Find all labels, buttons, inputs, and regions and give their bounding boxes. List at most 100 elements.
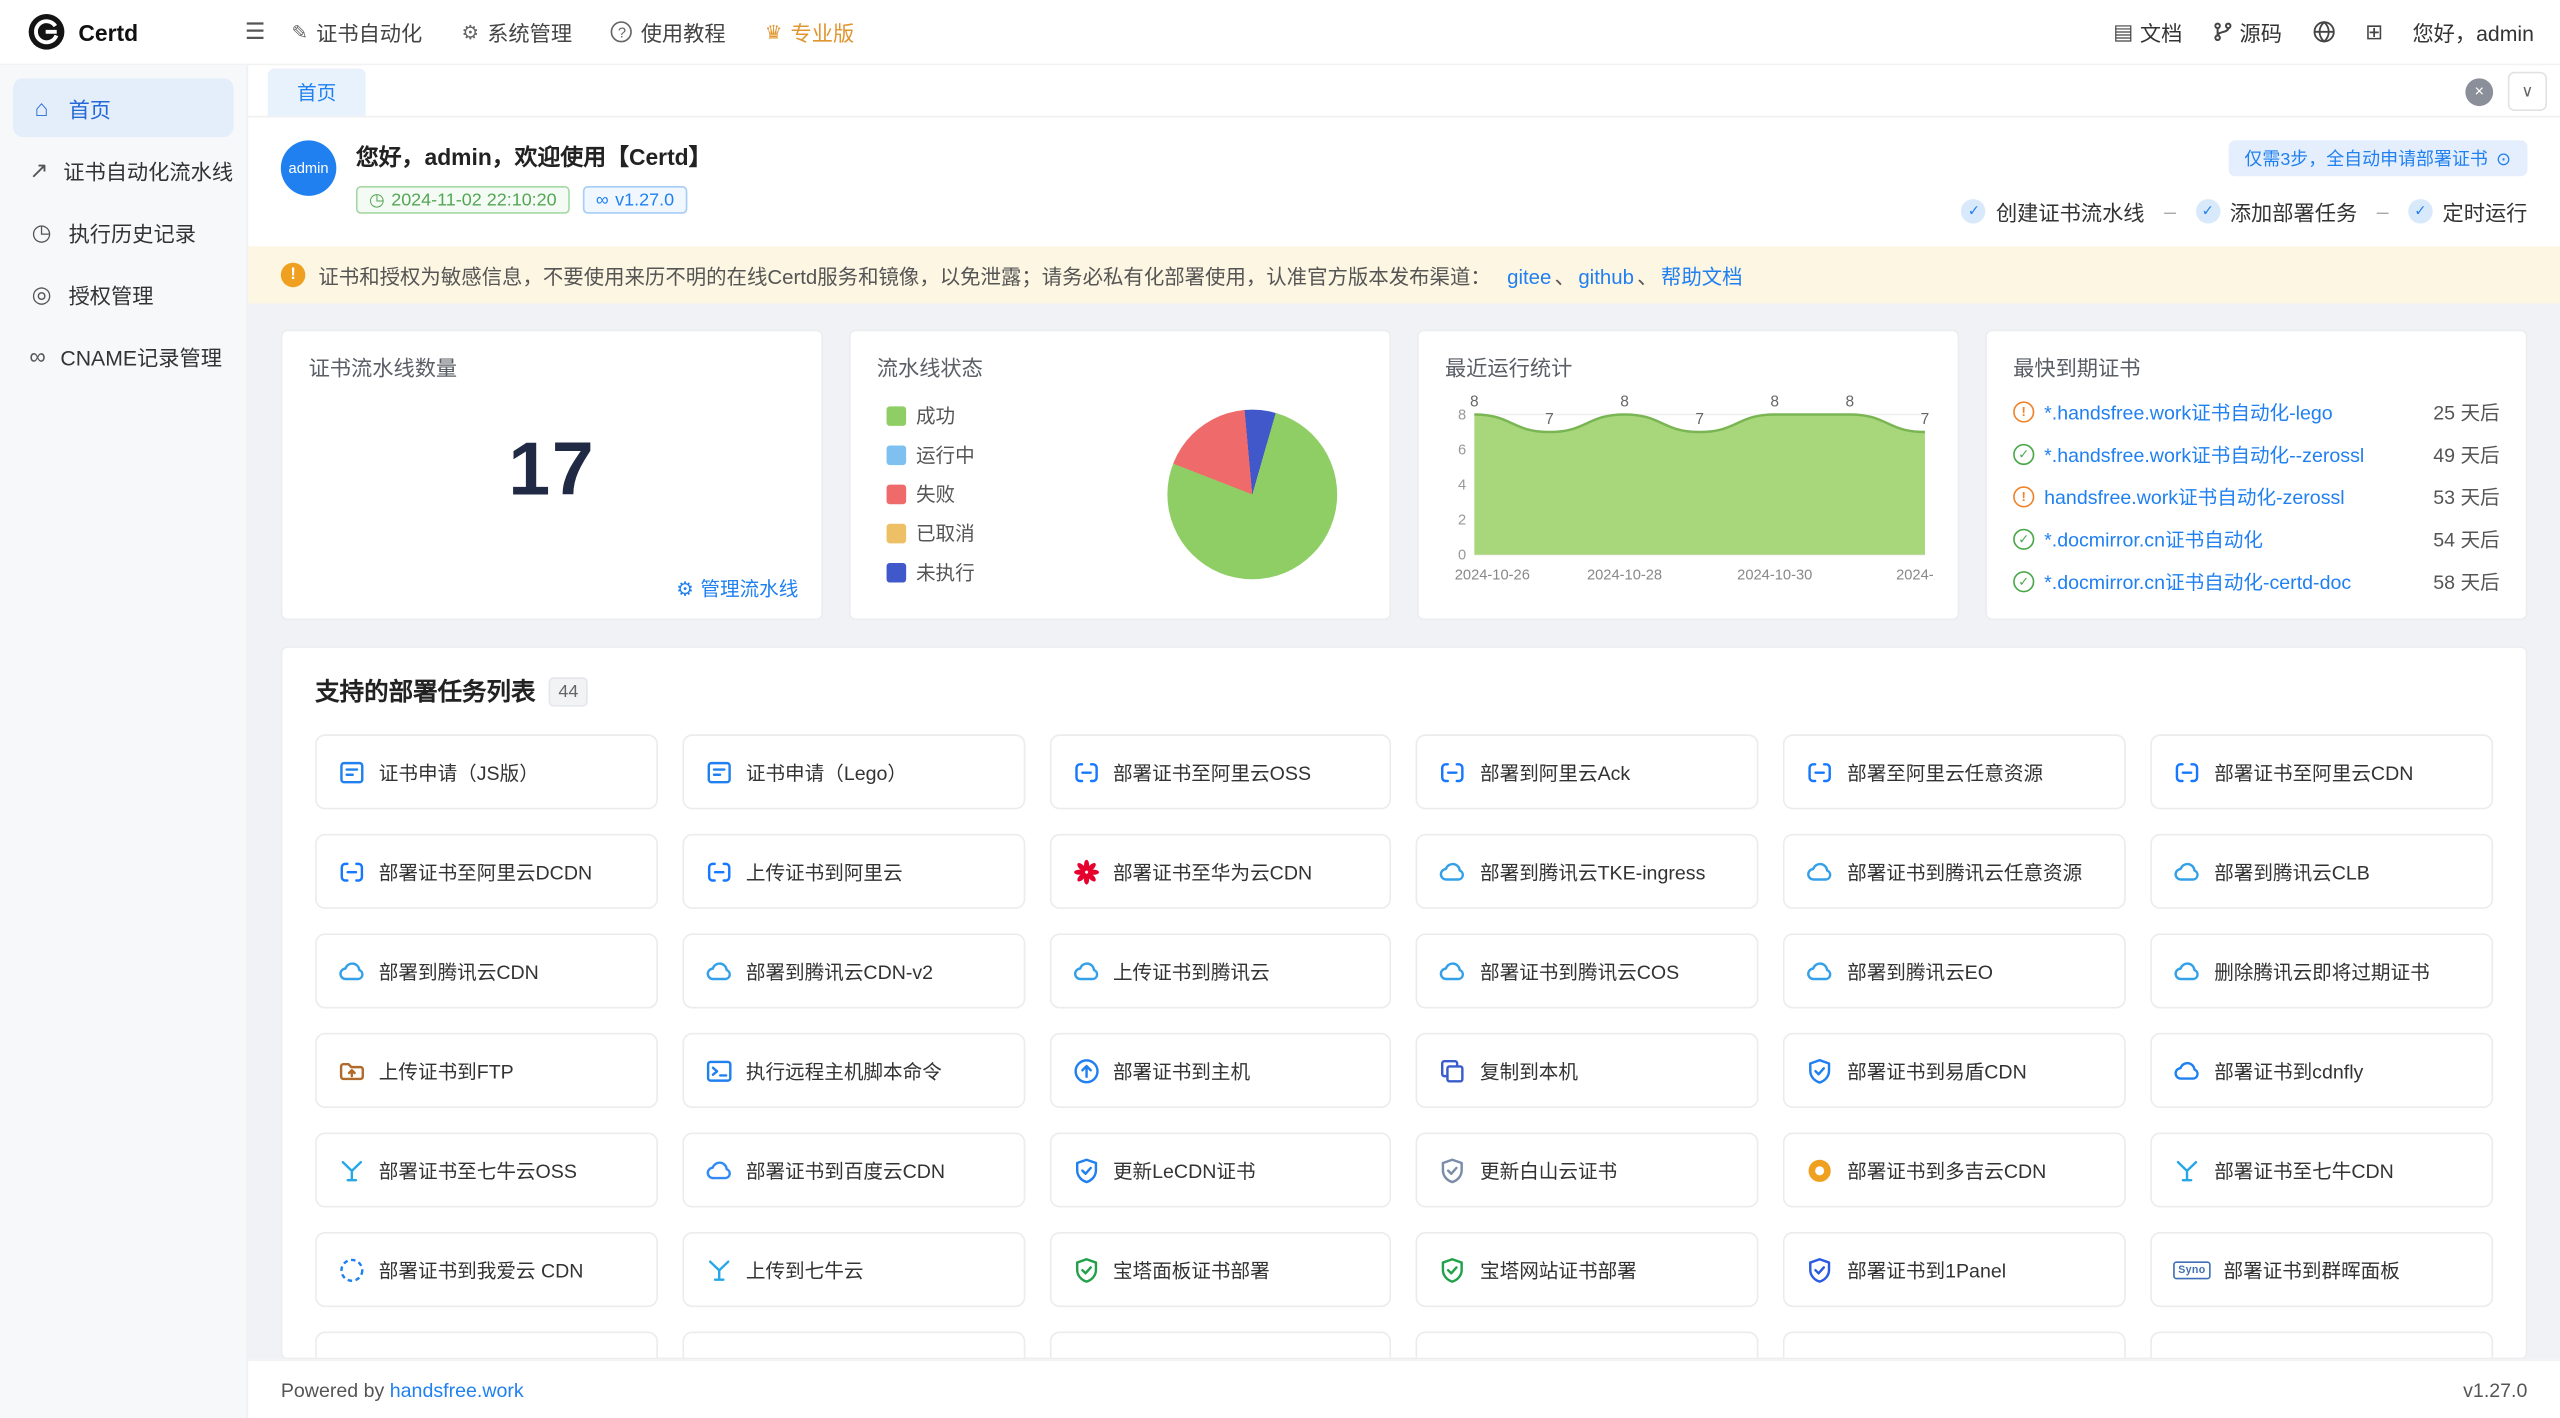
task-card[interactable]: 部署证书到我爱云 CDN [315, 1232, 658, 1307]
task-card[interactable]: Syno 部署证书到群晖面板 [2151, 1232, 2494, 1307]
sidebar-item-2[interactable]: ◷执行历史记录 [13, 202, 233, 261]
screen: Certd ☰ ✎ 证书自动化 ⚙系统管理 ?使用教程 ♛专业版 ▤ 文档 源码 ⊞ 您… [0, 0, 2560, 1418]
auth-icon: ◎ [29, 280, 53, 308]
task-card[interactable]: 部署到腾讯云CDN [315, 933, 658, 1008]
task-card[interactable]: 证书申请（Lego） [682, 734, 1025, 809]
globe-icon[interactable] [2311, 20, 2335, 44]
task-card[interactable]: 部署证书到腾讯云任意资源 [1783, 834, 2126, 909]
task-label: 部署证书到易盾CDN [1847, 1057, 2027, 1085]
onboarding-step-2[interactable]: ✓添加部署任务 [2196, 196, 2358, 227]
nav-item-3[interactable]: ♛专业版 [765, 16, 854, 47]
brand[interactable]: Certd [26, 11, 219, 52]
version-badge[interactable]: ∞v1.27.0 [583, 186, 687, 214]
task-label: 部署证书到群晖面板 [2224, 1256, 2400, 1284]
task-card[interactable]: 部署证书到cdnfly [2151, 1033, 2494, 1108]
task-card[interactable]: 部署证书至阿里云OSS [1049, 734, 1392, 809]
task-card[interactable]: 部署到腾讯云CDN-v2 [682, 933, 1025, 1008]
cert-link[interactable]: *.docmirror.cn证书自动化 [2044, 525, 2423, 553]
task-card[interactable]: 宝塔网站证书部署 [1416, 1232, 1759, 1307]
footer: Powered by handsfree.work v1.27.0 [248, 1359, 2560, 1418]
close-all-tabs-icon[interactable]: × [2465, 78, 2493, 106]
task-card-clipped[interactable] [1783, 1332, 2126, 1360]
menu-collapse-icon[interactable]: ☰ [245, 18, 266, 46]
check-circle-icon: ✓ [2013, 571, 2034, 592]
docs-link[interactable]: ▤ 文档 [2113, 16, 2182, 47]
task-card-clipped[interactable] [1416, 1332, 1759, 1360]
task-card[interactable]: 部署证书到主机 [1049, 1033, 1392, 1108]
nav-item-0[interactable]: ✎ 证书自动化 [292, 16, 423, 47]
sidebar-item-1[interactable]: ↗证书自动化流水线 [13, 140, 233, 199]
task-card-clipped[interactable] [315, 1332, 658, 1360]
task-card[interactable]: 执行远程主机脚本命令 [682, 1033, 1025, 1108]
task-card[interactable]: 上传到七牛云 [682, 1232, 1025, 1307]
task-card[interactable]: 部署证书到1Panel [1783, 1232, 2126, 1307]
sidebar-item-4[interactable]: ∞CNAME记录管理 [13, 326, 233, 385]
notice-link-帮助文档[interactable]: 帮助文档 [1661, 266, 1743, 289]
sidebar-item-0[interactable]: ⌂首页 [13, 78, 233, 137]
task-label: 上传证书到腾讯云 [1113, 957, 1270, 985]
cert-link[interactable]: *.docmirror.cn证书自动化-certd-doc [2044, 568, 2423, 596]
onboarding-step-3[interactable]: ✓定时运行 [2408, 196, 2527, 227]
task-card-clipped[interactable] [1049, 1332, 1392, 1360]
layout-icon[interactable]: ⊞ [2365, 19, 2383, 45]
task-card[interactable]: 部署到腾讯云EO [1783, 933, 2126, 1008]
task-card[interactable]: 证书申请（JS版） [315, 734, 658, 809]
step-separator: – [2377, 199, 2389, 223]
task-card[interactable]: 部署证书至华为云CDN [1049, 834, 1392, 909]
nav-item-label: 证书自动化 [316, 16, 422, 47]
task-card[interactable]: 上传证书到阿里云 [682, 834, 1025, 909]
task-label: 部署到腾讯云EO [1847, 957, 1993, 985]
task-card[interactable]: 部署至阿里云任意资源 [1783, 734, 2126, 809]
days-remaining: 49 天后 [2433, 441, 2499, 469]
gear-icon: ⚙ [461, 20, 479, 43]
cert-link[interactable]: *.handsfree.work证书自动化--zerossl [2044, 441, 2423, 469]
source-link[interactable]: 源码 [2212, 16, 2282, 47]
check-icon: ✓ [1962, 199, 1986, 223]
task-card[interactable]: 部署到阿里云Ack [1416, 734, 1759, 809]
task-card[interactable]: 更新白山云证书 [1416, 1132, 1759, 1207]
tab-home[interactable]: 首页 [268, 69, 366, 116]
task-label: 证书申请（JS版） [379, 758, 539, 786]
legend-label: 运行中 [916, 441, 975, 469]
notice-link-github[interactable]: github [1578, 266, 1634, 289]
task-card[interactable]: 上传证书到腾讯云 [1049, 933, 1392, 1008]
cert-link[interactable]: handsfree.work证书自动化-zerossl [2044, 483, 2423, 511]
synology-icon: Syno [2173, 1261, 2210, 1279]
sidebar-item-3[interactable]: ◎授权管理 [13, 264, 233, 323]
task-card[interactable]: 部署证书至阿里云DCDN [315, 834, 658, 909]
task-card[interactable]: 部署证书至七牛CDN [2151, 1132, 2494, 1207]
svg-text:8: 8 [1470, 393, 1479, 410]
handsfree-link[interactable]: handsfree.work [390, 1378, 524, 1401]
onboarding-step-1[interactable]: ✓创建证书流水线 [1962, 196, 2145, 227]
task-card[interactable]: 部署到腾讯云CLB [2151, 834, 2494, 909]
task-card[interactable]: 部署证书到腾讯云COS [1416, 933, 1759, 1008]
task-card[interactable]: 部署证书至七牛云OSS [315, 1132, 658, 1207]
clock-icon: ◷ [369, 189, 385, 210]
task-card[interactable]: 部署证书至阿里云CDN [2151, 734, 2494, 809]
task-card-clipped[interactable] [682, 1332, 1025, 1360]
card-title: 证书流水线数量 [309, 351, 796, 382]
cert-link[interactable]: *.handsfree.work证书自动化-lego [2044, 398, 2423, 426]
task-card[interactable]: 部署证书到多吉云CDN [1783, 1132, 2126, 1207]
magic-wand-icon: ✎ [292, 20, 308, 43]
user-greeting[interactable]: 您好，admin [2412, 16, 2534, 47]
nav-item-2[interactable]: ?使用教程 [611, 16, 725, 47]
svg-text:2024-11-: 2024-11- [1896, 567, 1935, 583]
notice-link-gitee[interactable]: gitee [1507, 266, 1551, 289]
task-card[interactable]: 部署证书到百度云CDN [682, 1132, 1025, 1207]
nav-item-1[interactable]: ⚙系统管理 [461, 16, 572, 47]
promo-pill[interactable]: 仅需3步，全自动申请部署证书⊙ [2228, 140, 2527, 176]
task-label: 部署证书到多吉云CDN [1847, 1156, 2046, 1184]
task-card[interactable]: 上传证书到FTP [315, 1033, 658, 1108]
task-card[interactable]: 复制到本机 [1416, 1033, 1759, 1108]
avatar[interactable]: admin [281, 140, 337, 195]
task-card-clipped[interactable] [2151, 1332, 2494, 1360]
manage-pipelines-link[interactable]: ⚙管理流水线 [676, 574, 798, 602]
task-card[interactable]: 删除腾讯云即将过期证书 [2151, 933, 2494, 1008]
task-card[interactable]: 部署证书到易盾CDN [1783, 1033, 2126, 1108]
task-card[interactable]: 更新LeCDN证书 [1049, 1132, 1392, 1207]
home-icon: ⌂ [29, 95, 53, 121]
task-card[interactable]: 宝塔面板证书部署 [1049, 1232, 1392, 1307]
tabs-dropdown-icon[interactable]: ∨ [2508, 72, 2547, 111]
task-card[interactable]: 部署到腾讯云TKE-ingress [1416, 834, 1759, 909]
